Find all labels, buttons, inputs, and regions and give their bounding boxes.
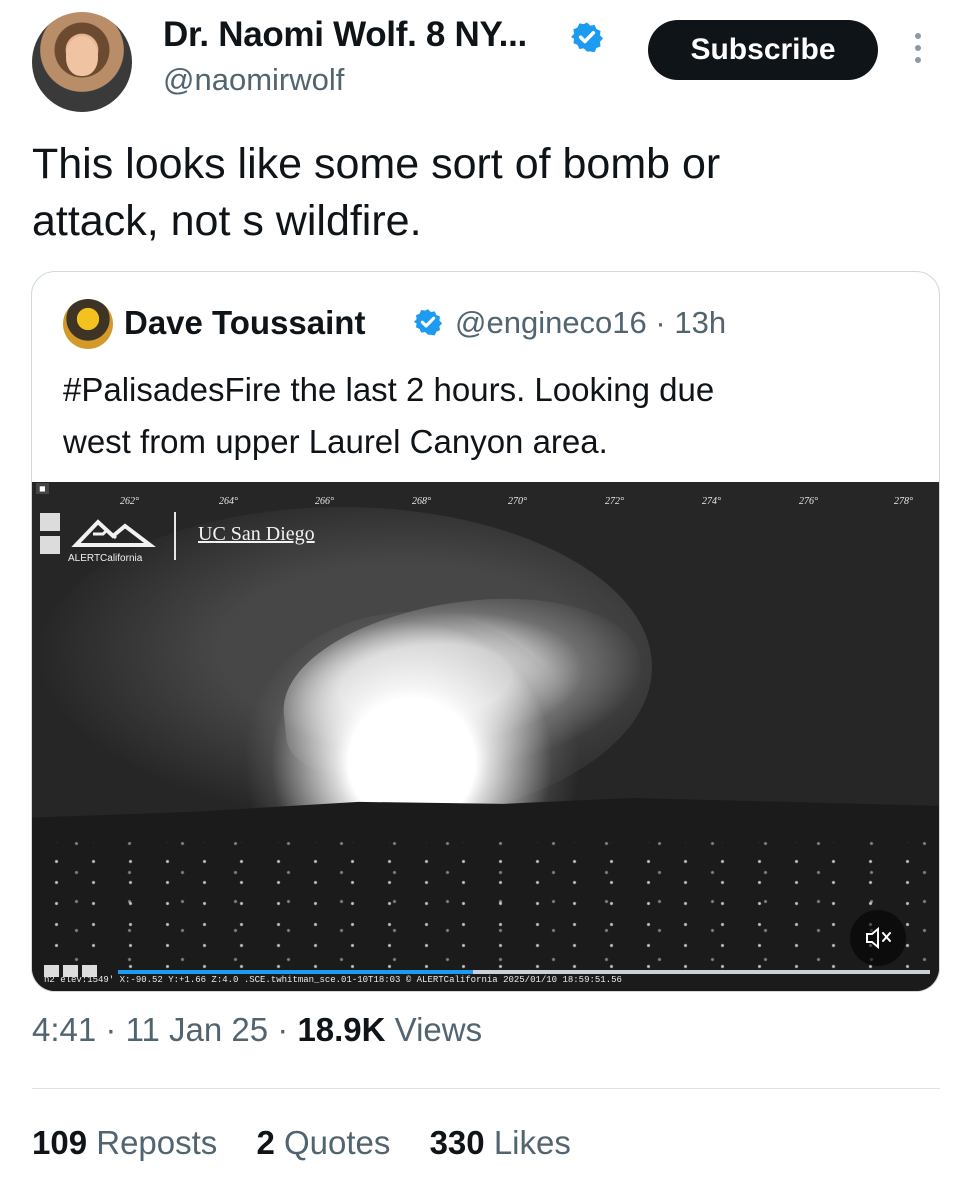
reposts-label: Reposts [96, 1124, 218, 1161]
views-label: Views [394, 1011, 483, 1048]
likes-count: 330 [429, 1124, 485, 1161]
tweet-text-line-2: attack, not s wildfire. [32, 197, 422, 245]
degree-label: 278° [894, 496, 913, 507]
reposts-count: 109 [32, 1124, 88, 1161]
meta-separator: · [655, 305, 675, 340]
degree-label: 264° [219, 496, 238, 507]
quotes-stat[interactable]: 2 Quotes [256, 1124, 390, 1162]
video-progress-fill [118, 970, 473, 974]
quoted-author-handle[interactable]: @engineco16 [455, 305, 647, 340]
quoted-author-name[interactable]: Dave Toussaint [124, 304, 365, 342]
likes-stat[interactable]: 330 Likes [430, 1124, 571, 1162]
mute-button[interactable] [850, 910, 906, 966]
reposts-stat[interactable]: 109 Reposts [32, 1124, 217, 1162]
logo-divider [174, 512, 176, 560]
degree-label: 272° [605, 496, 624, 507]
degree-label: 262° [120, 496, 139, 507]
quoted-author-meta: @engineco16 · 13h [455, 305, 726, 341]
mountain-logo-icon [71, 519, 156, 547]
quotes-label: Quotes [284, 1124, 391, 1161]
quoted-verified-badge-icon [413, 309, 443, 336]
alert-california-text: ALERTCalifornia [68, 553, 143, 564]
degree-label: 276° [799, 496, 818, 507]
city-lights [32, 842, 939, 982]
degree-label: 268° [412, 496, 431, 507]
quoted-text-line-1: #PalisadesFire the last 2 hours. Looking… [63, 371, 715, 408]
uc-san-diego-text: UC San Diego [198, 523, 315, 545]
quoted-text-line-2: west from upper Laurel Canyon area. [63, 423, 608, 460]
degree-label: 274° [702, 496, 721, 507]
post-time-row: 4:41 · 11 Jan 25 · 18.9K Views [32, 1011, 482, 1049]
degree-label: 266° [315, 496, 334, 507]
camera-degree-scale: 262° 264° 266° 268° 270° 272° 274° 276° … [32, 482, 939, 516]
more-options-icon[interactable] [910, 33, 926, 69]
likes-label: Likes [493, 1124, 571, 1161]
time-separator: · [277, 1011, 298, 1048]
video-status-text: n2 elev:1549' X:-90.52 Y:+1.66 Z:4.0 .SC… [44, 975, 622, 985]
degree-label: 270° [508, 496, 527, 507]
quoted-video[interactable]: ◼ 262° 264° 266° 268° 270° 272° 274° 276… [32, 482, 939, 991]
verified-badge-icon [570, 22, 604, 53]
time-separator: · [105, 1011, 126, 1048]
stats-divider [32, 1088, 940, 1089]
camera-side-icons [40, 513, 62, 559]
quoted-tweet-card[interactable]: Dave Toussaint @engineco16 · 13h #Palisa… [31, 271, 940, 992]
subscribe-button[interactable]: Subscribe [648, 20, 878, 80]
tweet-text: This looks like some sort of bomb or att… [32, 136, 892, 250]
quotes-count: 2 [256, 1124, 275, 1161]
quoted-author-avatar[interactable] [63, 299, 113, 349]
quoted-tweet-age: 13h [674, 305, 727, 340]
author-handle[interactable]: @naomirwolf [163, 62, 344, 98]
author-avatar[interactable] [32, 12, 132, 112]
post-time[interactable]: 4:41 [32, 1011, 96, 1048]
tweet-text-line-1: This looks like some sort of bomb or [32, 140, 721, 188]
engagement-stats: 109 Reposts 2 Quotes 330 Likes [32, 1124, 601, 1162]
quoted-tweet-text: #PalisadesFire the last 2 hours. Looking… [63, 364, 913, 468]
mute-icon [866, 926, 891, 950]
post-date[interactable]: 11 Jan 25 [126, 1011, 269, 1048]
views-count: 18.9K [297, 1011, 386, 1048]
author-display-name[interactable]: Dr. Naomi Wolf. 8 NY... [163, 15, 527, 55]
